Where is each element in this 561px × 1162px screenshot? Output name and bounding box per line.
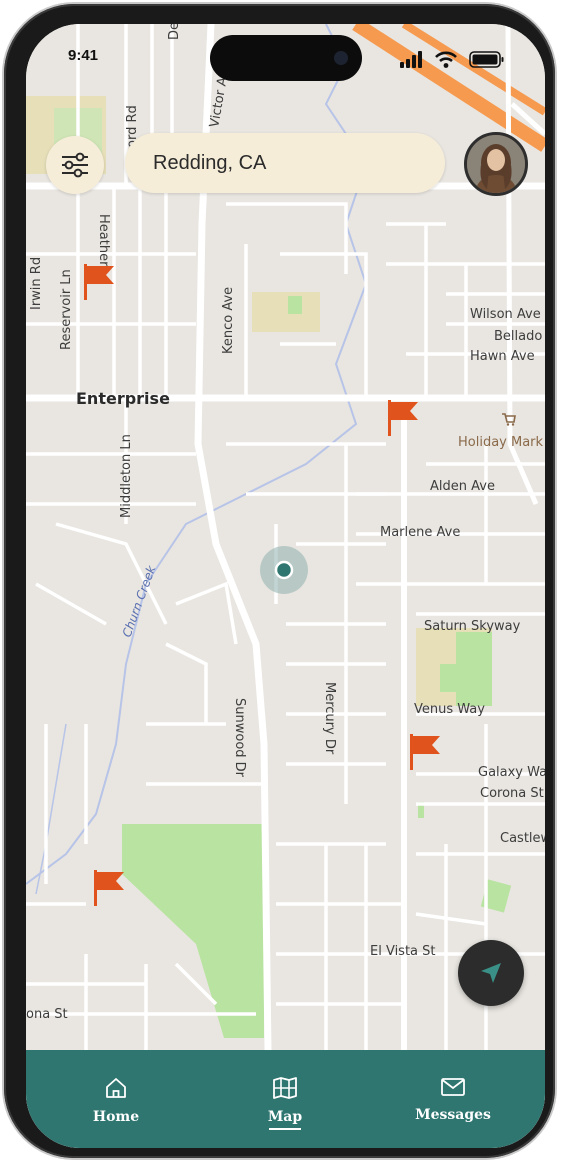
label-heather: Heather	[96, 214, 111, 267]
label-el-vista-st: El Vista St	[370, 944, 436, 959]
active-tab-indicator	[269, 1128, 301, 1130]
phone-frame: Enterprise Irwin Rd Reservoir Ln Heather…	[4, 4, 555, 1158]
label-irwin-rd: Irwin Rd	[29, 257, 44, 310]
dynamic-island	[210, 35, 362, 81]
label-galaxy-way: Galaxy Way	[478, 765, 545, 780]
label-enterprise: Enterprise	[76, 389, 170, 408]
label-mercury-dr: Mercury Dr	[322, 682, 337, 755]
mail-icon	[441, 1078, 465, 1096]
map-icon	[273, 1077, 297, 1099]
status-time: 9:41	[68, 47, 99, 64]
location-text: Redding, CA	[153, 151, 267, 174]
label-hawn-ave: Hawn Ave	[470, 349, 535, 364]
camera-icon	[334, 51, 348, 65]
bottom-nav: Home Map Messages	[26, 1050, 545, 1148]
nav-messages-label: Messages	[415, 1107, 491, 1123]
label-bellado: Bellado	[494, 329, 542, 344]
label-corona-st: Corona St	[480, 786, 544, 801]
nav-messages[interactable]: Messages	[398, 1076, 508, 1123]
avatar-image	[467, 135, 525, 193]
label-saturn-skyway: Saturn Skyway	[424, 619, 521, 634]
label-marlene-ave: Marlene Ave	[380, 525, 460, 540]
locate-me-button[interactable]	[458, 940, 524, 1006]
filter-button[interactable]	[46, 136, 104, 194]
profile-avatar[interactable]	[464, 132, 528, 196]
signal-icon	[400, 51, 422, 68]
label-wilson-ave: Wilson Ave	[470, 307, 541, 322]
location-search[interactable]: Redding, CA	[125, 133, 445, 193]
battery-icon	[469, 51, 504, 68]
wifi-icon	[435, 51, 457, 68]
label-middleton-ln: Middleton Ln	[119, 434, 134, 518]
current-location-marker	[260, 546, 308, 594]
sliders-icon	[62, 152, 88, 178]
nav-home-label: Home	[92, 1109, 140, 1125]
label-ona-st: ona St	[26, 1007, 68, 1022]
home-icon	[106, 1078, 126, 1098]
nav-map[interactable]: Map	[230, 1076, 340, 1130]
label-kenco-ave: Kenco Ave	[221, 287, 236, 354]
label-de: De	[167, 24, 182, 40]
navigation-arrow-icon	[481, 963, 501, 983]
status-icons	[400, 51, 504, 68]
label-castlew: Castlew	[500, 831, 545, 846]
label-holiday-market[interactable]: Holiday Mark	[458, 435, 544, 450]
park-kenco	[252, 292, 320, 332]
nav-map-label: Map	[267, 1109, 303, 1125]
label-alden-ave: Alden Ave	[430, 479, 495, 494]
label-venus-way: Venus Way	[414, 702, 485, 717]
nav-home[interactable]: Home	[61, 1076, 171, 1125]
app-screen: Enterprise Irwin Rd Reservoir Ln Heather…	[26, 24, 545, 1148]
label-reservoir-ln: Reservoir Ln	[59, 269, 74, 350]
label-sunwood-dr: Sunwood Dr	[232, 698, 247, 778]
